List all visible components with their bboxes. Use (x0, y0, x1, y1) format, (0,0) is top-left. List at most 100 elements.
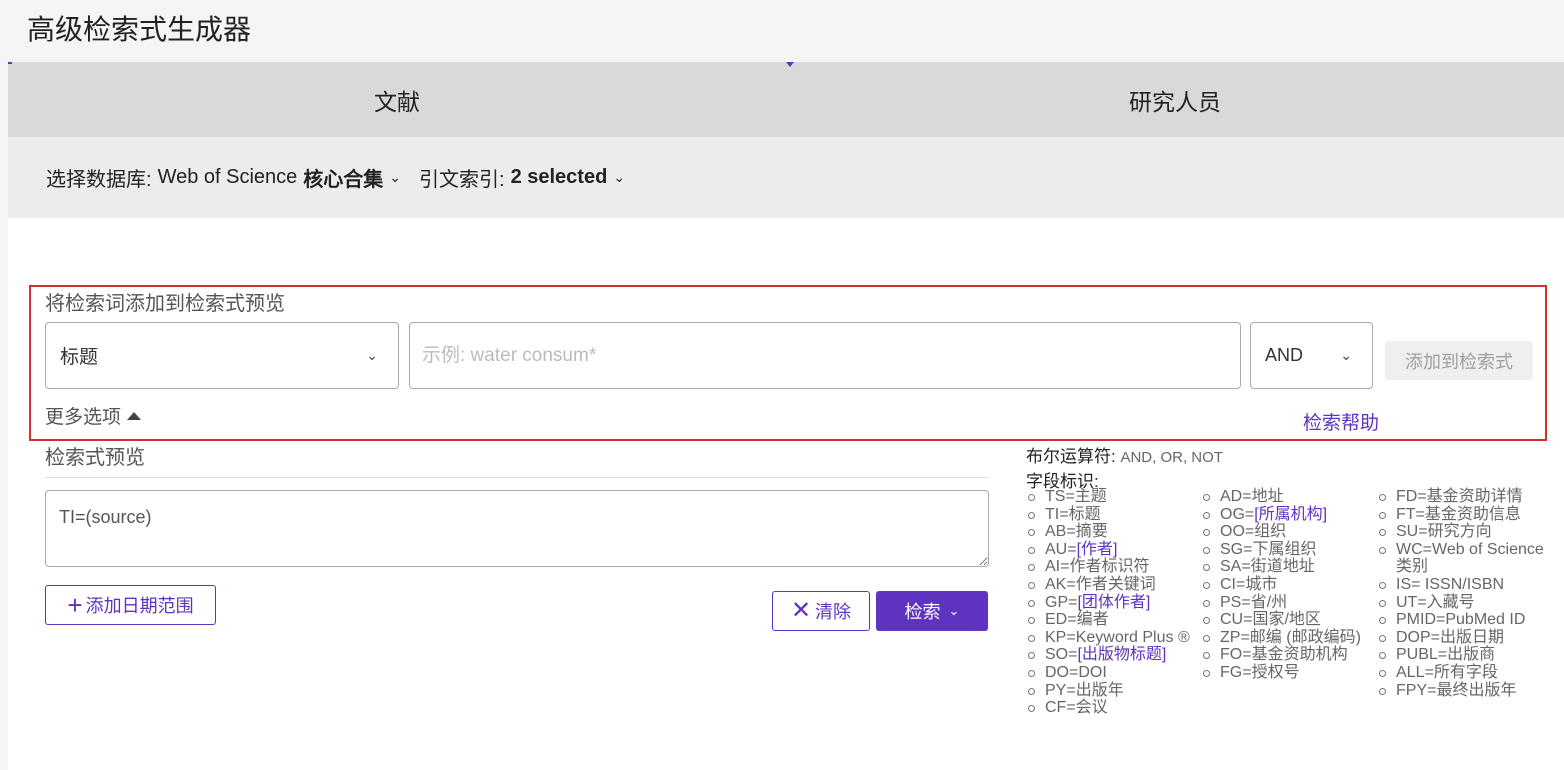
chevron-down-icon: ⌄ (613, 169, 626, 185)
field-tag-name: 地址 (1251, 488, 1284, 505)
chevron-down-icon: ⌄ (366, 347, 378, 363)
field-tag-name: 出版年 (1075, 681, 1124, 699)
field-tag-code: TI= (1045, 505, 1069, 523)
field-tag-code: AD= (1220, 488, 1252, 505)
field-tag-code: SO= (1045, 646, 1078, 664)
field-tag-link[interactable]: [团体作者] (1077, 594, 1150, 611)
field-tags-column-1: TS=主题 TI=标题 AB=摘要 AU=[作者] AI=作者标识符 AK=作者关键词 GP… (1026, 488, 1196, 717)
field-tags-column-2: AD=地址 OG=[所属机构] OO=组织 SG=下属组织 SA=街道地址 CI=城市 PS… (1201, 488, 1371, 682)
query-preview-textarea[interactable]: TI=(source) (45, 490, 989, 567)
field-tag-code: SA= (1220, 558, 1251, 576)
field-tag-code: UT= (1396, 593, 1427, 611)
field-tag-code: PS= (1220, 593, 1251, 611)
database-select[interactable]: 选择数据库: Web of Science 核心合集 ⌄ (46, 163, 419, 192)
field-tag-code: OG= (1220, 505, 1255, 523)
field-tag-name: DOI (1078, 663, 1107, 681)
field-tag-link[interactable]: [所属机构] (1254, 506, 1327, 523)
field-tag-item: PUBL=出版商 (1377, 646, 1547, 664)
field-tag-code: DO= (1045, 663, 1079, 681)
field-tag-code: GP= (1045, 593, 1078, 611)
database-value-en: Web of Science (157, 166, 298, 188)
field-tag-code: PUBL= (1396, 646, 1448, 664)
field-tag-select[interactable]: 标题 ⌄ (45, 322, 399, 389)
field-tag-name: Keyword Plus ® (1075, 628, 1190, 646)
field-tag-code: KP= (1045, 628, 1076, 646)
search-label: 检索 (904, 602, 941, 622)
field-tag-code: IS= (1396, 575, 1421, 593)
chevron-down-icon: ⌄ (1340, 347, 1352, 363)
field-tag-code: TS= (1045, 488, 1075, 505)
field-tag-name: 所有字段 (1433, 663, 1498, 681)
database-bar: 选择数据库: Web of Science 核心合集 ⌄ 引文索引: 2 sel… (8, 137, 1564, 218)
field-tag-code: CU= (1220, 611, 1253, 629)
plus-icon: + (67, 590, 83, 620)
field-tag-name: 研究方向 (1427, 523, 1492, 541)
field-tag-name: 下属组织 (1252, 540, 1317, 558)
field-tag-item: SU=研究方向 (1377, 523, 1547, 541)
field-tag-name: 基金资助信息 (1424, 505, 1521, 523)
field-tag-name: PubMed ID (1445, 611, 1526, 629)
field-tag-code: ZP= (1220, 628, 1250, 646)
field-tag-name: 授权号 (1251, 663, 1300, 681)
field-tag-item: DOP=出版日期 (1377, 629, 1547, 647)
boolean-values: AND, OR, NOT (1120, 449, 1223, 466)
field-tag-item: FPY=最终出版年 (1377, 682, 1547, 700)
field-tag-name: 标题 (1068, 505, 1101, 523)
boolean-label: 布尔运算符 (1026, 447, 1111, 466)
field-tag-code: FT= (1396, 505, 1425, 523)
field-tag-item: WC=Web of Science 类别 (1377, 541, 1547, 576)
field-tag-code: SG= (1220, 540, 1253, 558)
divider (45, 477, 989, 478)
field-tag-code: CF= (1045, 699, 1076, 717)
field-tag-code: PMID= (1396, 611, 1446, 629)
field-tag-item: DO=DOI (1026, 664, 1196, 682)
close-icon: ✕ (790, 597, 812, 624)
field-tag-item[interactable]: SO=[出版物标题] (1026, 646, 1196, 664)
field-tag-item: AK=作者关键词 (1026, 576, 1196, 594)
database-label: 选择数据库: (46, 169, 152, 191)
field-tag-code: DOP= (1396, 628, 1441, 646)
add-date-range-button[interactable]: + 添加日期范围 (45, 585, 216, 625)
field-tag-name: 出版日期 (1440, 628, 1505, 646)
field-tag-item: PMID=PubMed ID (1377, 611, 1547, 629)
field-tag-item: FD=基金资助详情 (1377, 488, 1547, 506)
field-tag-code: SU= (1396, 523, 1428, 541)
more-options-toggle[interactable]: 更多选项 (45, 402, 142, 429)
field-tag-item: TI=标题 (1026, 506, 1196, 524)
field-tag-name: 摘要 (1075, 523, 1108, 541)
search-help-link[interactable]: 检索帮助 (1303, 408, 1379, 435)
field-tag-name: 组织 (1254, 523, 1287, 541)
field-tag-link[interactable]: [作者] (1077, 541, 1118, 558)
add-to-query-button[interactable]: 添加到检索式 (1385, 341, 1533, 380)
field-tag-item[interactable]: AU=[作者] (1026, 541, 1196, 559)
boolean-operator-select[interactable]: AND ⌄ (1250, 322, 1373, 389)
field-tag-name: 省/州 (1250, 593, 1288, 611)
field-tag-item: PY=出版年 (1026, 682, 1196, 700)
citation-index-select[interactable]: 引文索引: 2 selected ⌄ (419, 163, 643, 192)
field-tag-item[interactable]: OG=[所属机构] (1201, 506, 1371, 524)
field-tag-code: WC= (1396, 540, 1432, 558)
field-tag-item: CU=国家/地区 (1201, 611, 1371, 629)
field-tag-item: CF=会议 (1026, 699, 1196, 717)
field-tag-item: SA=街道地址 (1201, 558, 1371, 576)
page-title: 高级检索式生成器 (27, 14, 252, 45)
field-tag-item[interactable]: GP=[团体作者] (1026, 594, 1196, 612)
field-tag-name: 基金资助机构 (1251, 646, 1348, 664)
field-tag-item: ALL=所有字段 (1377, 664, 1547, 682)
field-tag-item: FG=授权号 (1201, 664, 1371, 682)
chevron-down-icon: ⌄ (389, 169, 402, 185)
search-term-input[interactable] (409, 322, 1241, 389)
field-tag-item: CI=城市 (1201, 576, 1371, 594)
clear-button[interactable]: ✕ 清除 (772, 591, 870, 631)
field-tag-code: OO= (1220, 523, 1255, 541)
tab-documents[interactable]: 文献 (8, 62, 786, 137)
field-tag-name: 入藏号 (1426, 593, 1475, 611)
more-options-label: 更多选项 (45, 407, 122, 428)
active-tab-indicator (786, 62, 794, 67)
field-tag-name: 作者标识符 (1069, 558, 1150, 576)
field-tag-name: 街道地址 (1250, 558, 1315, 576)
database-value-cn: 核心合集 (303, 169, 384, 191)
search-button[interactable]: 检索 ⌄ (876, 591, 988, 631)
tab-researchers[interactable]: 研究人员 (786, 62, 1564, 137)
field-tag-link[interactable]: [出版物标题] (1077, 646, 1166, 663)
